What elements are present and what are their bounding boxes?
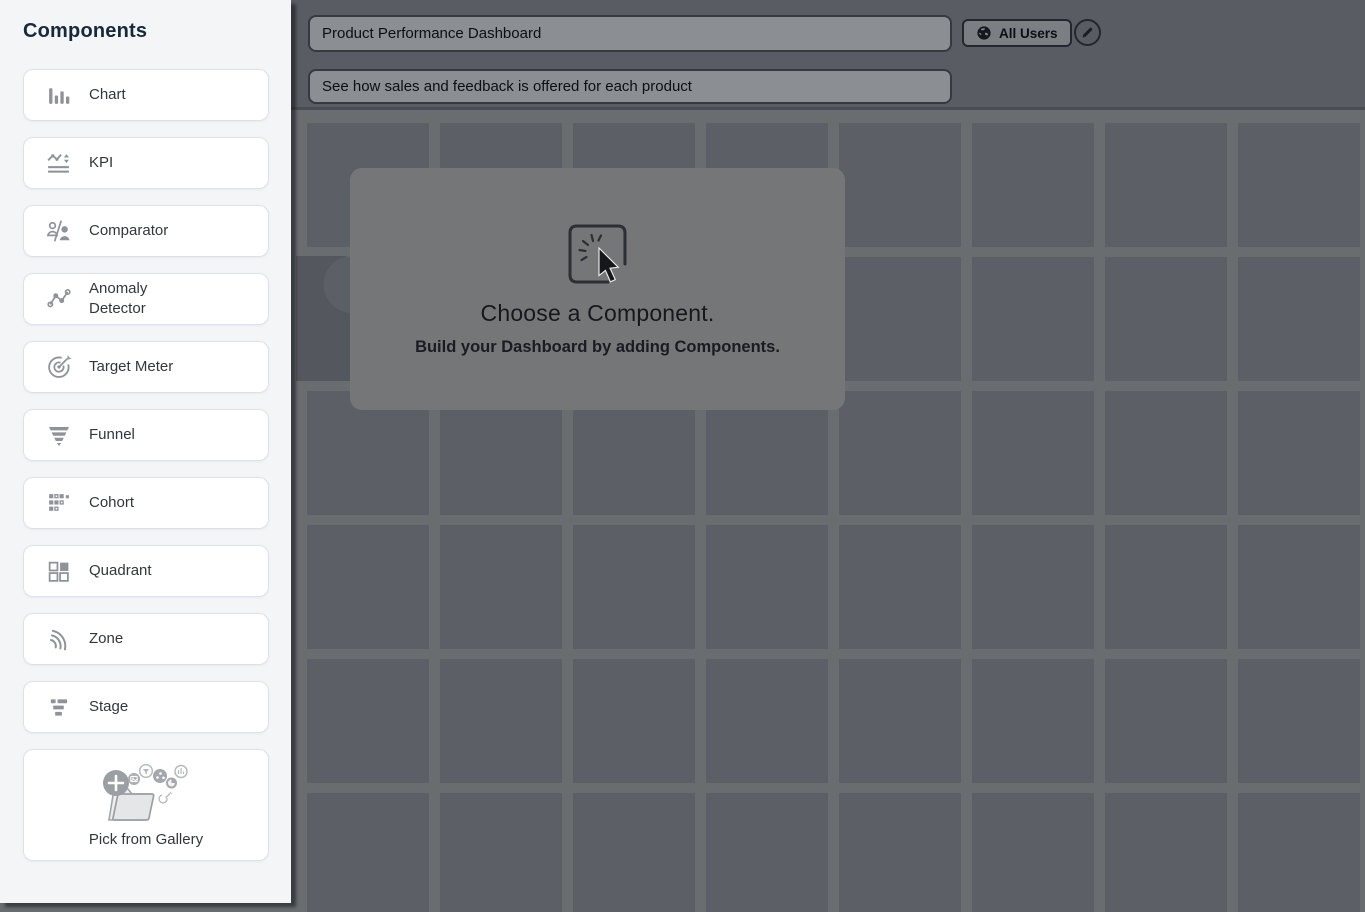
grid-cell [1105, 525, 1227, 649]
grid-cell [440, 793, 562, 912]
component-item-anomaly-detector[interactable]: Anomaly Detector [23, 273, 269, 325]
share-audience-button[interactable]: All Users [962, 19, 1072, 47]
grid-cell [1238, 525, 1360, 649]
grid-cell [972, 123, 1094, 247]
grid-cell [1105, 257, 1227, 381]
component-item-label: Zone [89, 629, 124, 647]
kpi-trend-icon [45, 150, 72, 177]
share-audience-label: All Users [999, 25, 1058, 41]
grid-cell [972, 257, 1094, 381]
component-item-label: Target Meter [89, 357, 174, 375]
component-item-label: Cohort [89, 493, 135, 511]
click-select-icon [350, 218, 845, 294]
target-meter-icon [45, 354, 72, 381]
empty-state-panel: Choose a Component. Build your Dashboard… [350, 168, 845, 410]
background-petal-shape [296, 256, 352, 381]
grid-cell [440, 659, 562, 783]
component-item-label: Comparator [89, 221, 169, 239]
grid-cell [573, 659, 695, 783]
anomaly-detector-icon [45, 286, 72, 313]
grid-cell [839, 659, 961, 783]
gallery-folder-icon [92, 763, 200, 825]
grid-cell [839, 525, 961, 649]
dashboard-title-input[interactable] [308, 15, 952, 52]
cohort-icon [45, 490, 72, 517]
dashboard-builder-app: All Users [0, 0, 1365, 912]
grid-cell [706, 793, 828, 912]
pick-from-gallery-label: Pick from Gallery [88, 830, 204, 848]
grid-cell [972, 793, 1094, 912]
bar-chart-icon [45, 82, 72, 109]
component-item-label: Funnel [89, 425, 135, 443]
component-item-label: Chart [89, 85, 126, 103]
grid-cell [1238, 257, 1360, 381]
grid-cell [839, 257, 961, 381]
grid-cell [972, 525, 1094, 649]
grid-cell [839, 793, 961, 912]
pick-from-gallery-button[interactable]: Pick from Gallery [23, 749, 269, 861]
component-item-chart[interactable]: Chart [23, 69, 269, 121]
funnel-icon [45, 422, 72, 449]
grid-cell [972, 391, 1094, 515]
component-item-label: Stage [89, 697, 129, 715]
component-item-kpi[interactable]: KPI [23, 137, 269, 189]
empty-state-title: Choose a Component. [480, 300, 715, 326]
component-item-stage[interactable]: Stage [23, 681, 269, 733]
grid-cell [1238, 123, 1360, 247]
component-item-comparator[interactable]: Comparator [23, 205, 269, 257]
component-item-cohort[interactable]: Cohort [23, 477, 269, 529]
pencil-icon [1080, 25, 1095, 40]
dashboard-description-input[interactable] [308, 69, 952, 104]
components-sidebar: Components Chart KPI Comparator Anomaly … [0, 0, 291, 903]
component-item-label: Quadrant [89, 561, 152, 579]
grid-cell [1238, 391, 1360, 515]
grid-cell [972, 659, 1094, 783]
grid-cell [706, 525, 828, 649]
grid-cell [706, 659, 828, 783]
grid-cell [839, 123, 961, 247]
component-item-funnel[interactable]: Funnel [23, 409, 269, 461]
dashboard-grid: Choose a Component. Build your Dashboard… [296, 113, 1365, 912]
grid-cell [1105, 123, 1227, 247]
grid-cell [307, 525, 429, 649]
grid-cell [1238, 793, 1360, 912]
grid-cell [573, 525, 695, 649]
comparator-icon [45, 218, 72, 245]
component-item-zone[interactable]: Zone [23, 613, 269, 665]
edit-header-button[interactable] [1074, 19, 1101, 46]
stage-icon [45, 694, 72, 721]
grid-cell [1105, 793, 1227, 912]
component-item-label: KPI [89, 153, 114, 171]
grid-cell [307, 659, 429, 783]
grid-cell [1238, 659, 1360, 783]
grid-cell [307, 793, 429, 912]
component-item-quadrant[interactable]: Quadrant [23, 545, 269, 597]
sidebar-title: Components [23, 20, 148, 42]
grid-cell [839, 391, 961, 515]
grid-cell [1105, 659, 1227, 783]
grid-cell [440, 525, 562, 649]
zone-icon [45, 626, 72, 653]
quadrant-icon [45, 558, 72, 585]
empty-state-subtitle: Build your Dashboard by adding Component… [415, 338, 780, 356]
grid-cell [573, 793, 695, 912]
grid-cell [1105, 391, 1227, 515]
component-item-label: Anomaly Detector [89, 279, 148, 317]
globe-icon [976, 25, 992, 41]
component-item-target-meter[interactable]: Target Meter [23, 341, 269, 393]
